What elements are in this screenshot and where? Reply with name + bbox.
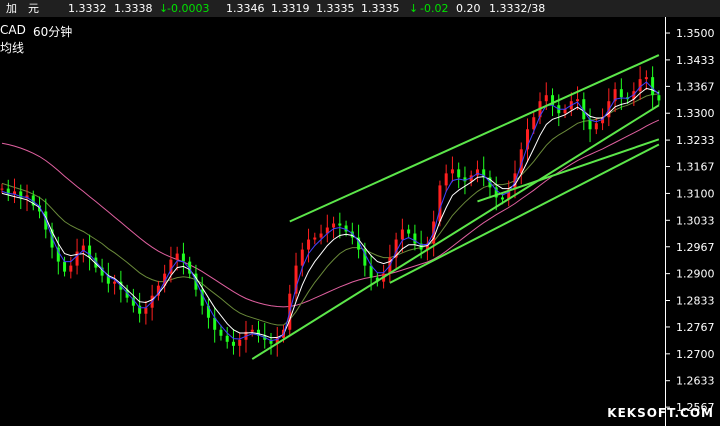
candles [0,66,661,357]
moving-average-line [1,81,660,342]
candle-body [413,233,417,244]
chart-subtitle: 均线 [0,41,25,55]
chart-period: 60分钟 [33,25,73,39]
candle-body [532,117,536,130]
watermark: KEKSOFT.COM [607,406,714,420]
y-tick-labels: 1.3500 1.3433 1.3367 1.3300 1.3233 1.3167 1.31… [665,27,715,414]
y-tick-label: 1.2767 [676,321,715,334]
quote-price-1: 1.3332 [68,2,107,15]
quote-low: 1.3319 [271,2,310,15]
candle-body [450,169,454,174]
candle-body [144,307,148,314]
y-tick-label: 1.3367 [676,80,715,93]
candle-body [500,197,504,200]
candle-body [300,249,304,266]
quote-change: -0.0003 [167,2,210,15]
candle-body [307,239,311,250]
y-tick-label: 1.3433 [676,54,715,67]
y-tick-label: 1.2700 [676,348,715,361]
candle-body [113,281,117,284]
channel-line [251,104,660,360]
quote-price-2: 1.3338 [114,2,153,15]
y-tick-label: 1.2967 [676,241,715,254]
quote-price-4: 1.3335 [361,2,400,15]
y-tick-label: 1.3300 [676,107,715,120]
channel-line [289,54,660,223]
quote-high: 1.3346 [226,2,265,15]
candle-body [250,329,254,332]
candle-body [338,223,342,226]
y-tick-label: 1.2900 [676,268,715,281]
quote-change-pct: -0.02 [420,2,449,15]
moving-average-line [1,119,660,308]
quote-volume: 0.20 [456,2,481,15]
candle-body [544,95,548,102]
price-chart[interactable]: 1.3500 1.3433 1.3367 1.3300 1.3233 1.3167 1.31… [0,17,720,426]
y-tick-label: 1.3100 [676,187,715,200]
candle-body [444,173,448,186]
candle-body [638,79,642,92]
y-tick-label: 1.3500 [676,27,715,40]
candle-body [319,233,323,238]
candle-body [75,251,79,266]
candle-body [457,169,461,178]
candle-body [644,77,648,80]
chart-symbol: CAD [0,23,26,37]
candle-body [400,229,404,240]
candle-body [438,185,442,222]
moving-average-line [1,93,659,326]
candle-body [175,253,179,260]
candle-body [563,109,567,114]
quote-price-3: 1.3335 [316,2,355,15]
y-tick-label: 1.3033 [676,214,715,227]
instrument-name: 加 元 [6,2,39,15]
candle-body [651,77,655,96]
candle-body [181,253,185,262]
candle-body [594,123,598,130]
candle-body [69,265,73,272]
candle-body [63,261,67,272]
candle-body [407,229,411,234]
y-tick-label: 1.2633 [676,375,715,388]
y-tick-label: 1.3167 [676,161,715,174]
candle-body [231,341,235,346]
quote-bar: 加 元 1.3332 1.3338 ↓ -0.0003 1.3346 1.331… [0,0,720,17]
candle-body [657,95,661,101]
candle-body [619,89,623,98]
candle-body [238,339,242,346]
candle-body [219,329,223,336]
quote-last: 1.3332/38 [489,2,546,15]
channel-lines [251,54,660,360]
candle-body [313,237,317,240]
candle-body [0,188,4,190]
moving-average-line [1,87,660,339]
channel-line [389,143,660,284]
candle-body [332,223,336,228]
y-tick-label: 1.2833 [676,294,715,307]
y-tick-label: 1.3233 [676,134,715,147]
candle-body [225,335,229,342]
down-arrow-icon-2: ↓ [409,2,419,15]
candle-body [576,99,580,102]
